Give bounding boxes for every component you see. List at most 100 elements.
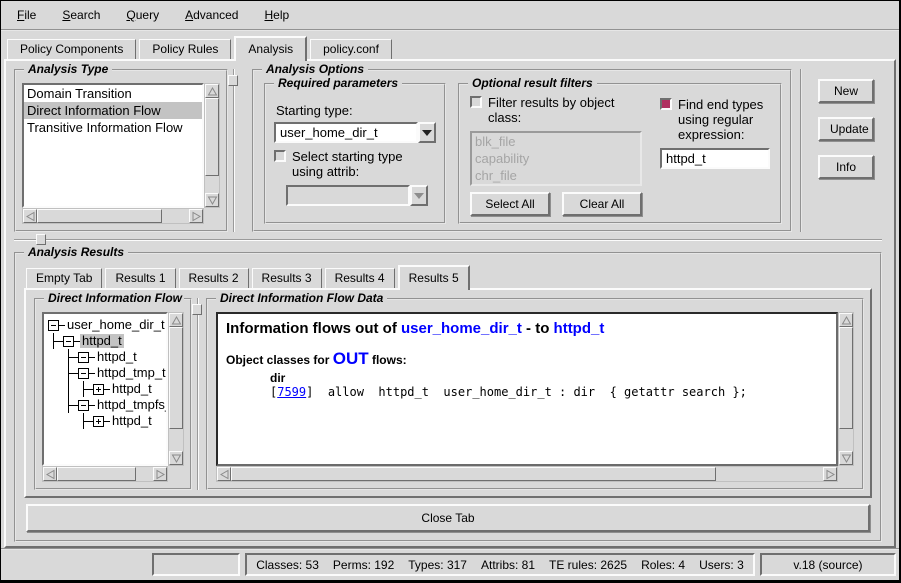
tree-row-httpd-t[interactable]: httpd_t [45, 349, 166, 365]
scrollbar-thumb[interactable] [37, 209, 162, 223]
object-class-checkbox[interactable] [470, 96, 482, 108]
results-tab-results-1[interactable]: Results 1 [105, 268, 175, 288]
scrollbar-track[interactable] [169, 327, 183, 451]
collapse-icon[interactable] [78, 400, 89, 411]
expand-icon[interactable] [93, 384, 104, 395]
analysis-type-item-domain-transition[interactable]: Domain Transition [24, 85, 202, 102]
analysis-type-list[interactable]: Domain TransitionDirect Information Flow… [22, 83, 204, 208]
menu-item-file[interactable]: File [7, 5, 46, 25]
analysis-type-item-direct-information-flow[interactable]: Direct Information Flow [24, 102, 202, 119]
results-tab-results-5[interactable]: Results 5 [398, 265, 470, 290]
info-button[interactable]: Info [818, 155, 874, 179]
results-tab-empty-tab[interactable]: Empty Tab [26, 268, 102, 288]
menu-item-search[interactable]: Search [52, 5, 110, 25]
update-button[interactable]: Update [818, 117, 874, 141]
tree-node-label[interactable]: httpd_t [110, 414, 154, 428]
scroll-up-arrow[interactable] [169, 313, 183, 327]
options-sash[interactable] [228, 69, 240, 232]
clear-all-button[interactable]: Clear All [562, 192, 642, 216]
status-stat-te-rules: TE rules: 2625 [549, 558, 627, 572]
sash-handle[interactable] [192, 304, 202, 315]
starting-type-dropdown-button[interactable] [418, 122, 436, 143]
menu-item-query[interactable]: Query [116, 5, 169, 25]
scrollbar-thumb[interactable] [169, 327, 183, 429]
collapse-icon[interactable] [78, 368, 89, 379]
scroll-left-arrow[interactable] [43, 467, 57, 481]
analysis-type-item-transitive-information-flow[interactable]: Transitive Information Flow [24, 119, 202, 136]
scroll-right-arrow[interactable] [153, 467, 167, 481]
scroll-up-arrow[interactable] [205, 84, 219, 98]
scroll-right-arrow[interactable] [189, 209, 203, 223]
sash-handle[interactable] [228, 75, 238, 86]
tree-row-httpd-tmpfs-t[interactable]: httpd_tmpfs_t [45, 397, 166, 413]
menu-item-help[interactable]: Help [254, 5, 299, 25]
collapse-icon[interactable] [63, 336, 74, 347]
results-tab-results-2[interactable]: Results 2 [179, 268, 249, 288]
close-tab-button[interactable]: Close Tab [26, 504, 870, 532]
attrib-checkbox[interactable] [274, 150, 286, 162]
tree-data-sash[interactable] [192, 298, 204, 490]
scroll-left-arrow[interactable] [217, 467, 231, 481]
regex-input[interactable] [660, 148, 770, 169]
scrollbar-track[interactable] [37, 209, 189, 223]
collapse-icon[interactable] [78, 352, 89, 363]
menu-item-advanced[interactable]: Advanced [175, 5, 248, 25]
starting-type-value[interactable]: user_home_dir_t [274, 122, 418, 143]
scroll-left-arrow[interactable] [23, 209, 37, 223]
object-class-checkbox-label[interactable]: Filter results by object class: [488, 95, 642, 125]
tree-row-httpd-t[interactable]: httpd_t [45, 381, 166, 397]
flow-tree[interactable]: user_home_dir_t httpd_t httpd_t httpd_tmp_t… [42, 312, 168, 466]
expand-icon[interactable] [93, 416, 104, 427]
regex-checkbox-label[interactable]: Find end types using regular expression: [678, 97, 770, 142]
tree-node-label[interactable]: httpd_t [110, 382, 154, 396]
tree-node-label[interactable]: httpd_t [95, 350, 139, 364]
object-classes-line: Object classes for OUT flows: [226, 349, 828, 369]
main-tab-policy-components[interactable]: Policy Components [7, 39, 136, 59]
analysis-type-vscrollbar[interactable] [204, 83, 220, 208]
scroll-down-arrow[interactable] [205, 193, 219, 207]
scrollbar-track[interactable] [231, 467, 823, 481]
results-tab-results-4[interactable]: Results 4 [325, 268, 395, 288]
main-tab-policy-rules[interactable]: Policy Rules [139, 39, 231, 59]
tree-row-httpd-tmp-t[interactable]: httpd_tmp_t [45, 365, 166, 381]
tree-node-label[interactable]: user_home_dir_t [65, 318, 167, 332]
attrib-checkbox-row: Select starting type using attrib: [274, 149, 436, 179]
scrollbar-track[interactable] [57, 467, 153, 481]
analysis-type-hscrollbar[interactable] [22, 208, 204, 224]
scrollbar-thumb[interactable] [839, 327, 853, 429]
results-tab-results-3[interactable]: Results 3 [252, 268, 322, 288]
scrollbar-thumb[interactable] [57, 467, 136, 481]
scroll-down-arrow[interactable] [839, 451, 853, 465]
flow-data-vscrollbar[interactable] [838, 312, 854, 466]
required-parameters-title: Required parameters [274, 76, 402, 90]
scrollbar-thumb[interactable] [231, 467, 716, 481]
scrollbar-track[interactable] [839, 327, 853, 451]
scrollbar-track[interactable] [205, 98, 219, 193]
tree-node-label[interactable]: httpd_tmpfs_t [95, 398, 168, 412]
attrib-checkbox-label[interactable]: Select starting type using attrib: [292, 149, 436, 179]
results-sash[interactable] [14, 234, 888, 246]
scroll-down-arrow[interactable] [169, 451, 183, 465]
select-all-button[interactable]: Select All [470, 192, 550, 216]
flow-tree-hscrollbar[interactable] [42, 466, 168, 482]
object-class-name: dir [270, 371, 828, 385]
flow-data-hscrollbar[interactable] [216, 466, 838, 482]
tree-node-label[interactable]: httpd_tmp_t [95, 366, 168, 380]
scroll-right-arrow[interactable] [823, 467, 837, 481]
starting-type-combobox[interactable]: user_home_dir_t [274, 122, 436, 143]
tree-row-user-home-dir-t[interactable]: user_home_dir_t [45, 317, 166, 333]
regex-checkbox[interactable] [660, 98, 672, 110]
scroll-up-arrow[interactable] [839, 313, 853, 327]
scrollbar-thumb[interactable] [205, 98, 219, 176]
tree-row-httpd-t[interactable]: httpd_t [45, 413, 166, 429]
collapse-icon[interactable] [48, 320, 59, 331]
flow-data-text[interactable]: Information flows out of user_home_dir_t… [216, 312, 838, 466]
rule-line-number-link[interactable]: 7599 [277, 385, 306, 399]
new-button[interactable]: New [818, 79, 874, 103]
main-tab-policy-conf[interactable]: policy.conf [310, 39, 392, 59]
main-tab-analysis[interactable]: Analysis [234, 36, 307, 61]
flow-tree-vscrollbar[interactable] [168, 312, 184, 466]
tree-node-label[interactable]: httpd_t [80, 334, 124, 348]
tree-row-httpd-t[interactable]: httpd_t [45, 333, 166, 349]
sash-handle[interactable] [36, 234, 46, 245]
